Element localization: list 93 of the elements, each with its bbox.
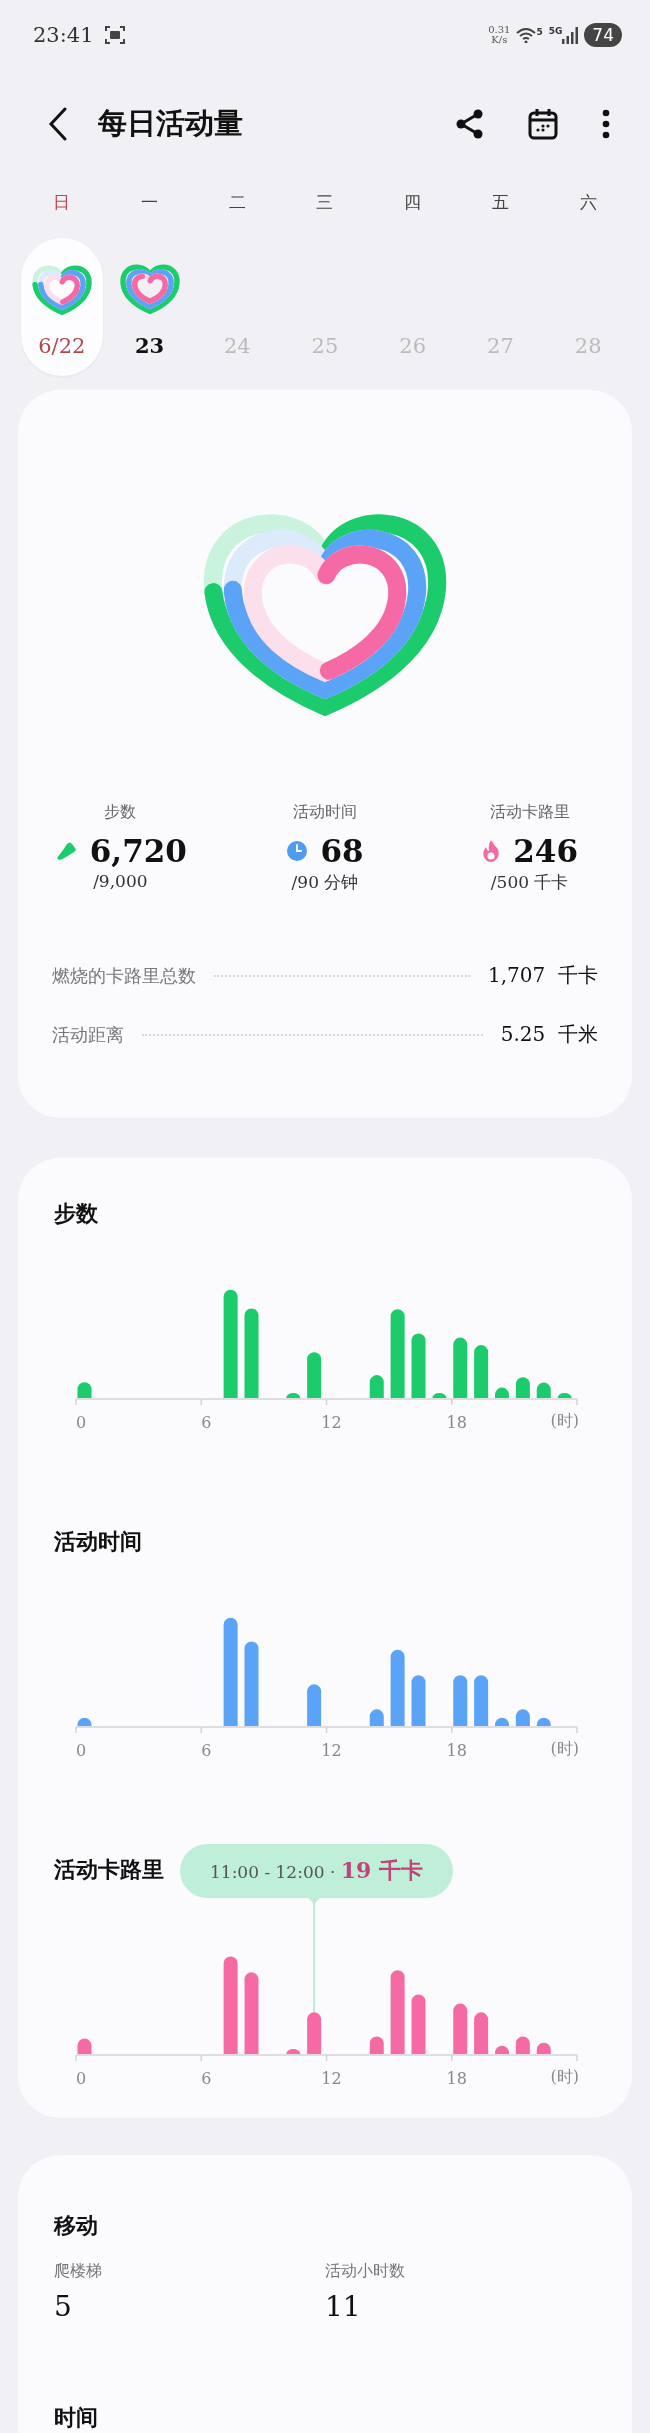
chart-bar	[495, 1387, 509, 1398]
chart-bar	[495, 2045, 509, 2054]
chart-bar	[369, 2036, 384, 2054]
share-icon[interactable]	[456, 109, 484, 139]
chart-bar	[515, 2036, 530, 2054]
network-type: 5G	[548, 26, 563, 36]
metric-label: 爬楼梯	[54, 2261, 103, 2282]
signal-icon	[562, 26, 579, 44]
row-value: 5.25 千米	[500, 1021, 598, 1048]
chart-title: 活动时间	[54, 1527, 142, 1556]
weekday-label: 日	[52, 191, 72, 214]
day-button[interactable]: 23	[108, 238, 191, 376]
axis-label: 18	[446, 1413, 467, 1432]
weekday-label: 五	[490, 191, 510, 214]
chart-bar	[536, 2042, 551, 2054]
chart-bar	[77, 2038, 92, 2054]
back-button[interactable]	[48, 107, 68, 141]
chart-bar	[557, 1393, 572, 1398]
section-title: 移动	[54, 2211, 99, 2240]
axis-label: 18	[446, 2069, 467, 2088]
chart-bar	[495, 1717, 509, 1726]
chart-bar	[411, 1675, 426, 1726]
stat-goal: /90 分钟	[291, 871, 359, 894]
chart-bar	[77, 1382, 92, 1398]
chart-bar	[515, 1377, 530, 1398]
stat-goal: /500 千卡	[490, 871, 569, 894]
chart-bar	[307, 1684, 322, 1726]
chart-bar	[474, 1675, 489, 1726]
axis-label: 0	[75, 1413, 87, 1432]
chart-bar	[411, 1994, 426, 2054]
clock-icon	[286, 840, 309, 862]
chart-bar	[453, 2003, 468, 2054]
status-time: 23:41	[33, 23, 94, 47]
stat-value: 68	[320, 833, 364, 869]
weekday-label: 二	[227, 191, 247, 214]
chart-bar	[453, 1337, 468, 1398]
chart-bar	[453, 1675, 468, 1726]
chart-tooltip: 11:00 - 12:00 · 19 千卡	[180, 1844, 454, 1898]
row-label: 燃烧的卡路里总数	[52, 963, 196, 988]
chart-bar	[411, 1333, 426, 1398]
more-icon[interactable]	[602, 109, 610, 139]
calendar-icon[interactable]	[528, 108, 558, 140]
chart-bar	[474, 2012, 489, 2054]
stat-value: 246	[513, 833, 578, 869]
axis-unit: (时)	[550, 1739, 579, 1758]
battery-level: 74	[584, 23, 622, 47]
axis-label: 12	[321, 1741, 342, 1760]
metric-label: 活动小时数	[325, 2261, 406, 2282]
axis-label: 6	[201, 2069, 212, 2088]
weekday-label: 一	[140, 191, 160, 214]
flame-icon	[481, 839, 502, 863]
wifi-standard-label: 5	[536, 27, 543, 37]
weekday-label: 三	[315, 191, 335, 214]
axis-label: 0	[75, 1741, 87, 1760]
stat-goal: /9,000	[93, 871, 148, 891]
stat-label: 活动卡路里	[489, 802, 570, 823]
chart-title: 步数	[54, 1199, 98, 1228]
page-title: 每日活动量	[98, 105, 243, 142]
section-title: 时间	[54, 2403, 99, 2432]
chart-bar	[307, 2012, 322, 2054]
chart-bar	[536, 1382, 551, 1398]
chart-bar	[474, 1345, 489, 1398]
day-button[interactable]: 6/22	[20, 238, 103, 376]
stat-label: 步数	[104, 802, 137, 823]
chart-bar	[369, 1709, 384, 1726]
metric-value: 5	[54, 2290, 73, 2323]
row-value: 1,707 千卡	[488, 962, 598, 989]
axis-label: 12	[321, 1413, 342, 1432]
screenshot-icon	[103, 25, 126, 45]
chart-bar	[286, 2049, 301, 2054]
axis-label: 6	[201, 1741, 212, 1760]
axis-label: 18	[446, 1741, 467, 1760]
network-speed: 0.31 K/s	[488, 25, 511, 45]
axis-unit: (时)	[550, 1411, 579, 1430]
chart-bar	[432, 1393, 447, 1398]
axis-unit: (时)	[550, 2067, 579, 2086]
chart-bar	[307, 1352, 322, 1398]
chart-bar	[536, 1717, 551, 1726]
chart-bar	[286, 1393, 301, 1398]
chart-bar	[369, 1375, 384, 1398]
stat-label: 活动时间	[293, 802, 357, 823]
stat-value: 6,720	[89, 833, 187, 869]
weekday-label: 四	[403, 191, 423, 214]
axis-label: 0	[75, 2069, 87, 2088]
metric-value: 11	[325, 2290, 362, 2323]
wifi-icon	[516, 27, 537, 43]
chart-bar	[77, 1717, 92, 1726]
row-label: 活动距离	[52, 1022, 124, 1047]
weekday-label: 六	[578, 191, 598, 214]
axis-label: 6	[201, 1413, 212, 1432]
chart-title: 活动卡路里	[54, 1855, 164, 1884]
chart-bar	[515, 1709, 530, 1726]
axis-label: 12	[321, 2069, 342, 2088]
